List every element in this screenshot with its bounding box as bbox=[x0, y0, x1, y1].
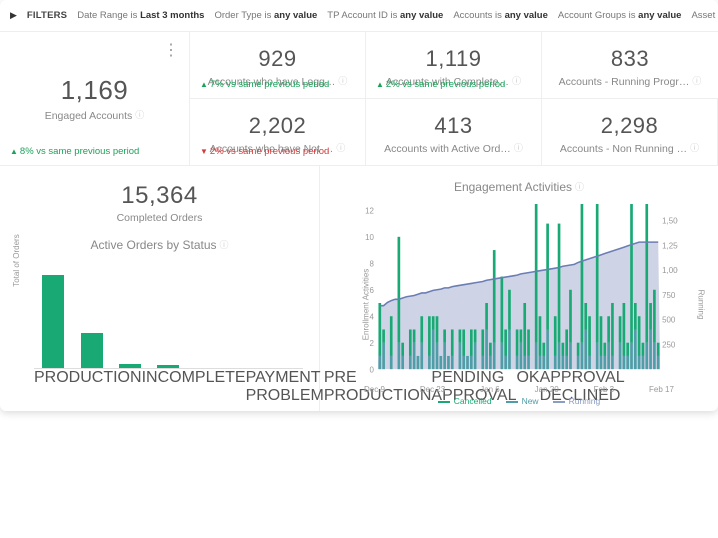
eng-legend: Cancelled New Running bbox=[360, 396, 678, 406]
kpi-delta: 2% vs same previous period bbox=[376, 79, 505, 90]
kpi-active-orders[interactable]: 413 Accounts with Active Ord…ⓘ bbox=[366, 99, 542, 166]
engagement-panel: Engagement Activitiesⓘ Enrollment Activi… bbox=[320, 166, 718, 411]
kpi-not-logged[interactable]: 2,202 Accounts who have Not …ⓘ 2% vs sam… bbox=[190, 99, 366, 166]
kpi-label: Accounts - Running Progr…ⓘ bbox=[552, 74, 708, 88]
kpi-complete[interactable]: 1,119 Accounts with Complete…ⓘ 2% vs sam… bbox=[366, 32, 542, 99]
filter-accounts[interactable]: Accounts is any value bbox=[453, 10, 548, 21]
svg-text:10: 10 bbox=[365, 233, 374, 242]
legend-cancelled[interactable]: Cancelled bbox=[438, 396, 492, 406]
lower-panels: 15,364 Completed Orders Active Orders by… bbox=[0, 166, 718, 411]
filters-label: FILTERS bbox=[27, 10, 67, 21]
kpi-value: 2,202 bbox=[200, 113, 355, 139]
info-icon[interactable]: ⓘ bbox=[220, 240, 229, 250]
kpi-value: 2,298 bbox=[552, 113, 707, 139]
dashboard: ▶ FILTERS Date Range is Last 3 months Or… bbox=[0, 0, 718, 411]
completed-orders-value: 15,364 bbox=[10, 182, 309, 210]
svg-text:1,250: 1,250 bbox=[662, 241, 678, 250]
info-icon[interactable]: ⓘ bbox=[135, 110, 144, 120]
info-icon[interactable]: ⓘ bbox=[692, 76, 701, 86]
filter-asset[interactable]: Asset is any value bbox=[691, 10, 718, 21]
info-icon[interactable]: ⓘ bbox=[690, 143, 699, 153]
svg-text:250: 250 bbox=[662, 340, 676, 349]
kpi-delta: 8% vs same previous period bbox=[10, 146, 139, 157]
bar-chart-ylabel: Total of Orders bbox=[12, 234, 21, 286]
menu-dots-icon[interactable]: ⋮ bbox=[163, 40, 179, 60]
svg-text:12: 12 bbox=[365, 206, 374, 215]
svg-text:750: 750 bbox=[662, 291, 676, 300]
filter-order-type[interactable]: Order Type is any value bbox=[214, 10, 317, 21]
kpi-non-running[interactable]: 2,298 Accounts - Non Running …ⓘ bbox=[542, 99, 718, 166]
eng-ylabel-left: Enrollment Activities bbox=[361, 269, 370, 341]
active-orders-chart[interactable]: Total of Orders bbox=[10, 258, 309, 368]
filter-account-groups[interactable]: Account Groups is any value bbox=[558, 10, 682, 21]
kpi-value: 1,119 bbox=[376, 46, 531, 72]
svg-text:500: 500 bbox=[662, 316, 676, 325]
legend-new[interactable]: New bbox=[506, 396, 539, 406]
filter-date-range[interactable]: Date Range is Last 3 months bbox=[77, 10, 204, 21]
info-icon[interactable]: ⓘ bbox=[514, 143, 523, 153]
kpi-delta: 7% vs same previous period bbox=[200, 79, 329, 90]
kpi-label: Accounts with Active Ord…ⓘ bbox=[376, 141, 531, 155]
kpi-value: 929 bbox=[200, 46, 355, 72]
info-icon[interactable]: ⓘ bbox=[512, 76, 521, 86]
legend-running[interactable]: Running bbox=[553, 396, 601, 406]
kpi-label: Engaged Accountsⓘ bbox=[45, 108, 145, 122]
kpi-logged-in[interactable]: 929 Accounts who have Logg…ⓘ 7% vs same … bbox=[190, 32, 366, 99]
kpi-value: 833 bbox=[552, 46, 708, 72]
info-icon[interactable]: ⓘ bbox=[336, 143, 345, 153]
engagement-chart[interactable]: Enrollment Activities Running 0246810122… bbox=[330, 200, 708, 400]
svg-text:1,500: 1,500 bbox=[662, 216, 678, 225]
filter-tp-account[interactable]: TP Account ID is any value bbox=[327, 10, 443, 21]
kpi-engaged-accounts[interactable]: ⋮ 1,169 Engaged Accountsⓘ 8% vs same pre… bbox=[0, 32, 190, 166]
info-icon[interactable]: ⓘ bbox=[575, 182, 584, 192]
kpi-grid: ⋮ 1,169 Engaged Accountsⓘ 8% vs same pre… bbox=[0, 32, 718, 166]
svg-text:1,000: 1,000 bbox=[662, 266, 678, 275]
filter-bar: ▶ FILTERS Date Range is Last 3 months Or… bbox=[0, 0, 718, 32]
bar-chart-title: Active Orders by Statusⓘ bbox=[10, 238, 309, 252]
completed-orders-label: Completed Orders bbox=[10, 212, 309, 224]
kpi-value: 413 bbox=[376, 113, 531, 139]
svg-text:8: 8 bbox=[369, 259, 374, 268]
kpi-label: Accounts - Non Running …ⓘ bbox=[552, 141, 707, 155]
kpi-running[interactable]: 833 Accounts - Running Progr…ⓘ bbox=[542, 32, 718, 99]
kpi-value: 1,169 bbox=[61, 75, 129, 106]
eng-chart-title: Engagement Activitiesⓘ bbox=[330, 180, 708, 194]
left-panel: 15,364 Completed Orders Active Orders by… bbox=[0, 166, 320, 411]
kpi-delta: 2% vs same previous period bbox=[200, 146, 329, 157]
info-icon[interactable]: ⓘ bbox=[338, 76, 347, 86]
svg-text:0: 0 bbox=[369, 365, 374, 374]
filters-chevron-icon[interactable]: ▶ bbox=[10, 10, 17, 21]
eng-ylabel-right: Running bbox=[697, 290, 706, 320]
